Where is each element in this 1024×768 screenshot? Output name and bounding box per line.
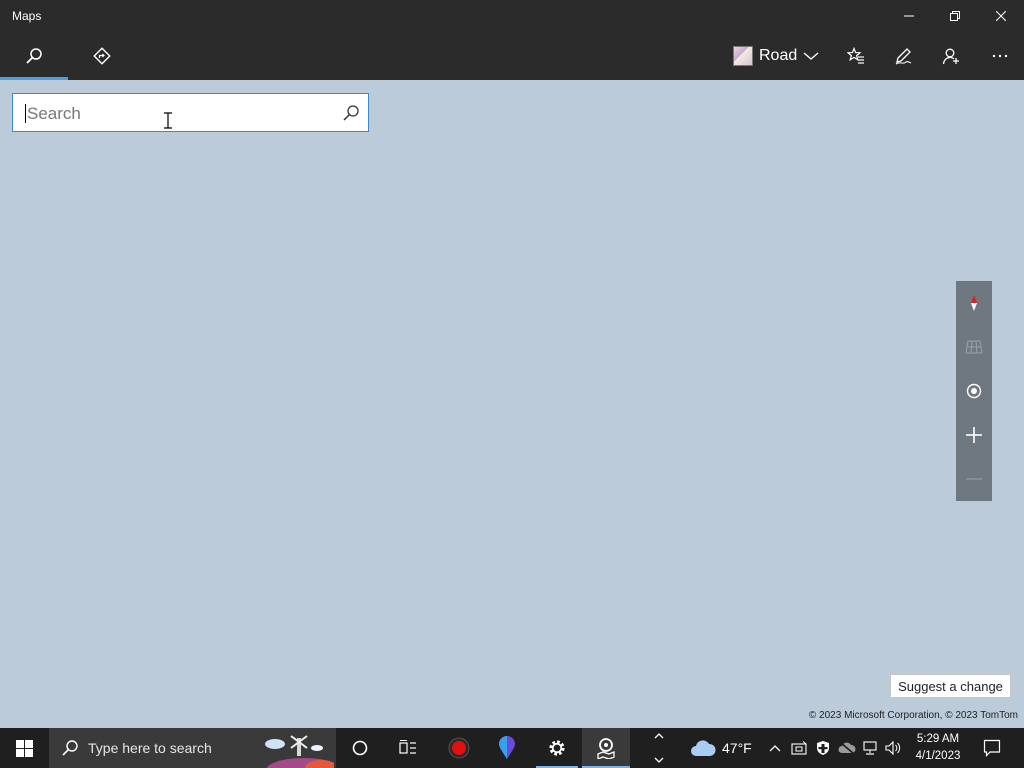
windows-logo-icon (15, 739, 33, 757)
task-view-button[interactable] (388, 728, 428, 768)
pen-icon (895, 48, 912, 65)
weather-widget[interactable]: 47°F (690, 728, 752, 768)
more-button[interactable] (978, 32, 1022, 80)
compass-button[interactable] (956, 281, 992, 325)
cortana-button[interactable] (340, 728, 380, 768)
search-highlight-illustration (265, 735, 334, 768)
show-hidden-icons-button[interactable] (766, 728, 784, 768)
tray-meet-now[interactable] (789, 728, 809, 768)
text-cursor-icon (164, 112, 172, 129)
search-tab[interactable] (0, 32, 68, 80)
text-caret (25, 104, 26, 123)
taskbar-scroll-arrows[interactable] (652, 728, 666, 768)
tray-volume[interactable] (883, 728, 905, 768)
search-input[interactable]: Search (12, 93, 369, 132)
search-placeholder: Search (27, 104, 81, 123)
chevron-up-icon (769, 745, 781, 752)
directions-icon (93, 47, 111, 65)
cortana-circle-icon (352, 740, 368, 756)
maps-icon (597, 738, 615, 759)
zoom-in-button[interactable] (956, 413, 992, 457)
chevron-down-icon (803, 52, 819, 60)
person-add-icon (942, 48, 959, 65)
search-icon (26, 48, 42, 64)
clock-date: 4/1/2023 (915, 750, 961, 762)
weather-temperature: 47°F (722, 740, 752, 756)
tilt-button[interactable] (956, 325, 992, 369)
minus-icon (966, 478, 982, 480)
shield-icon (817, 741, 829, 755)
tray-security[interactable] (813, 728, 833, 768)
taskbar-search-placeholder: Type here to search (88, 740, 212, 756)
title-bar: Maps (0, 0, 1024, 32)
window-title: Maps (12, 9, 42, 23)
account-button[interactable] (929, 32, 973, 80)
plus-icon (966, 427, 982, 443)
meet-now-icon (791, 741, 807, 755)
record-icon (448, 737, 470, 759)
gear-icon (549, 740, 565, 756)
map-pin-icon (499, 736, 515, 759)
speaker-icon (885, 740, 901, 756)
more-icon (992, 54, 1008, 58)
suggest-change-button[interactable]: Suggest a change (890, 674, 1011, 698)
recorder-app-button[interactable] (438, 728, 480, 768)
restore-button[interactable] (932, 0, 978, 32)
clock-time: 5:29 AM (916, 733, 960, 745)
favorites-icon (847, 47, 864, 64)
network-icon (863, 741, 877, 755)
close-button[interactable] (978, 0, 1024, 32)
maps-pin-app-button[interactable] (486, 728, 528, 768)
map-copyright: © 2023 Microsoft Corporation, © 2023 Tom… (808, 710, 1018, 721)
compass-icon (971, 295, 977, 311)
notification-icon (983, 739, 1001, 757)
minimize-button[interactable] (886, 0, 932, 32)
favorites-button[interactable] (834, 32, 878, 80)
tray-network[interactable] (860, 728, 880, 768)
map-controls (956, 281, 992, 501)
app-toolbar: Road (0, 32, 1024, 80)
cloud-icon (691, 740, 716, 756)
action-center-button[interactable] (974, 728, 1010, 768)
map-style-dropdown[interactable]: Road (733, 32, 819, 80)
taskbar-search-box[interactable]: Type here to search (49, 728, 336, 768)
active-tab-indicator (0, 77, 68, 80)
close-icon (996, 11, 1006, 21)
search-icon[interactable] (342, 104, 360, 122)
onedrive-offline-icon (838, 741, 856, 755)
zoom-out-button[interactable] (956, 457, 992, 501)
restore-icon (950, 11, 960, 21)
directions-button[interactable] (80, 32, 124, 80)
location-icon (966, 383, 982, 399)
settings-app-button[interactable] (536, 728, 578, 768)
ink-button[interactable] (881, 32, 925, 80)
tilt-grid-icon (965, 340, 983, 354)
map-style-label: Road (759, 47, 798, 64)
road-style-icon (733, 46, 753, 66)
search-icon (62, 740, 78, 756)
task-view-icon (399, 740, 416, 754)
start-button[interactable] (0, 728, 48, 768)
tray-onedrive[interactable] (837, 728, 857, 768)
taskbar: Type here to search 47°F 5:29 AM 4/1/202… (0, 728, 1024, 768)
maps-app-button[interactable] (582, 728, 630, 768)
system-clock[interactable]: 5:29 AM 4/1/2023 (910, 731, 966, 765)
minimize-icon (904, 15, 914, 17)
show-my-location-button[interactable] (956, 369, 992, 413)
